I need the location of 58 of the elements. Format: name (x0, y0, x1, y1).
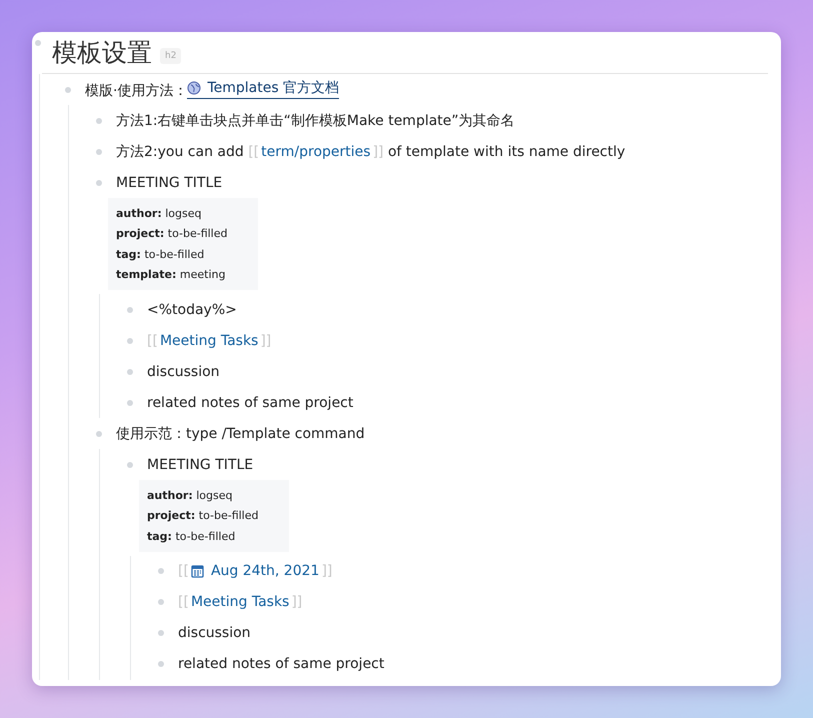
property-key: tag: (147, 530, 172, 543)
property-value: logseq (165, 206, 202, 220)
page-link[interactable]: Meeting Tasks (190, 594, 290, 610)
property-key: template: (116, 268, 176, 282)
bullet-dot[interactable] (65, 86, 71, 92)
bracket-open: [[ (178, 594, 189, 610)
block-text: related notes of same project (178, 656, 384, 672)
bullet-dot[interactable] (127, 400, 133, 406)
bracket-close: ]] (372, 144, 384, 160)
bullet-dot[interactable] (158, 599, 164, 605)
property-key: tag: (116, 248, 141, 261)
bullet-dot[interactable] (158, 630, 164, 636)
property-value: meeting (180, 268, 226, 282)
bullet-dot[interactable] (96, 148, 102, 154)
page-heading: 模板设置 (52, 37, 152, 69)
bracket-open: [[ (147, 332, 158, 348)
calendar-icon (190, 564, 204, 578)
bullet-dot[interactable] (35, 40, 41, 46)
bracket-open: [[ (178, 563, 189, 579)
date-link[interactable]: Aug 24th, 2021 (210, 563, 320, 579)
property-value: logseq (196, 488, 232, 502)
bullet-dot[interactable] (158, 661, 164, 667)
property-value: to-be-filled (175, 530, 236, 543)
block-text: 使用示范：type /Template command (116, 426, 365, 442)
block-text: discussion (147, 364, 220, 380)
block-text: MEETING TITLE (147, 456, 254, 472)
block-text: MEETING TITLE (116, 174, 222, 190)
bullet-dot[interactable] (127, 462, 133, 468)
property-key: author: (147, 488, 193, 502)
bullet-dot[interactable] (158, 568, 164, 574)
globe-icon (187, 81, 202, 95)
property-key: project: (147, 509, 196, 522)
block-text: of template with its name directly (386, 144, 626, 160)
bullet-dot[interactable] (127, 338, 133, 344)
block-text: 方法2:you can add (116, 144, 245, 160)
page-link[interactable]: Meeting Tasks (160, 332, 258, 348)
bullet-dot[interactable] (127, 368, 133, 374)
block-text: discussion (178, 625, 251, 641)
bullet-dot[interactable] (96, 118, 102, 124)
external-link[interactable]: Templates 官方文档 (187, 79, 340, 99)
property-value: to-be-filled (198, 509, 258, 522)
property-key: project: (116, 227, 164, 240)
property-value: to-be-filled (144, 248, 204, 261)
bracket-close: ]] (260, 332, 272, 348)
block-text: 方法1:右键单击块点并单击“制作模板Make template”为其命名 (116, 112, 515, 128)
block-text: related notes of same project (147, 394, 354, 410)
bracket-close: ]] (291, 594, 302, 610)
bullet-dot[interactable] (127, 306, 133, 312)
heading-level-tag: h2 (160, 48, 182, 64)
page-link[interactable]: term/properties (261, 144, 371, 160)
property-key: author: (116, 206, 162, 220)
property-value: to-be-filled (168, 227, 228, 240)
bullet-dot[interactable] (96, 180, 102, 186)
bracket-close: ]] (321, 563, 332, 579)
bracket-open: [[ (248, 144, 260, 160)
bullet-dot[interactable] (96, 430, 102, 436)
block-text: <%today%> (147, 302, 237, 318)
block-text: 模版·使用方法： (85, 83, 188, 99)
